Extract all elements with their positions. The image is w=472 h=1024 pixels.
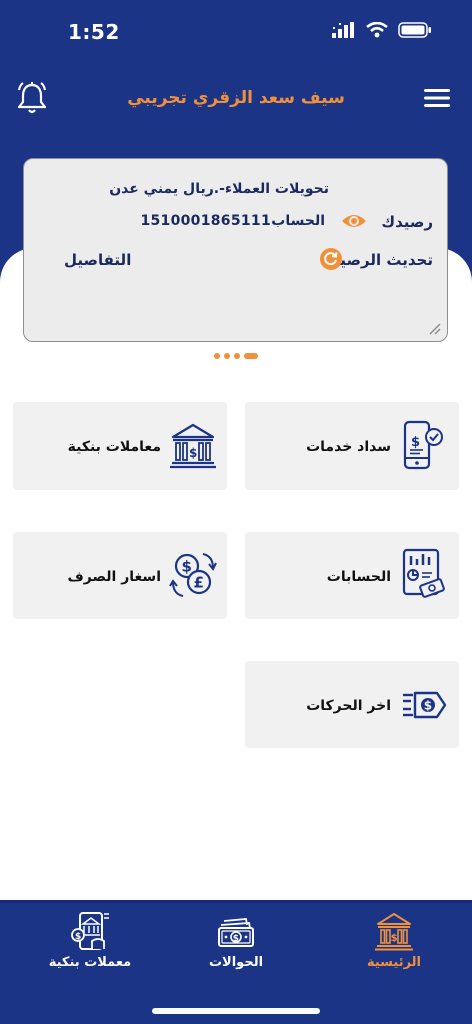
svg-text:$: $ [75,932,81,942]
account-title: تحويلات العملاء-.ريال يمني عدن [109,181,329,197]
svg-text:£: £ [194,574,204,592]
cellular-signal-icon [332,22,354,38]
tile-label: الحسابات [326,569,391,585]
account-label: الحساب [271,213,325,229]
status-time: 1:52 [68,20,120,44]
nav-label: الحوالات [208,955,264,970]
money-transfer-icon: $ [403,691,447,719]
app-header: سيف سعد الزقري تجريبي [0,78,472,122]
bottom-navigation: $ الرئيسية $ الحوالات $ معملات بنكية [0,900,472,994]
eye-icon[interactable] [340,209,368,233]
svg-text:$: $ [391,933,398,944]
accounts-chart-icon [402,548,445,598]
refresh-icon[interactable] [319,247,343,271]
status-bar: 1:52 [0,0,472,60]
wifi-icon [366,22,388,38]
home-indicator-area [0,994,472,1024]
nav-item-home[interactable]: $ الرئيسية [334,911,454,987]
pager-dot-active[interactable] [244,353,258,359]
banknote-icon: $ [218,918,254,947]
tile-bank-transactions[interactable]: $ معاملات بنكية [13,402,227,490]
tile-label: سداد خدمات [306,439,391,455]
svg-text:$: $ [411,435,420,450]
tile-exchange-rates[interactable]: $ £ اسغار الصرف [13,532,227,619]
home-bank-icon: $ [375,913,413,951]
notification-bell-icon[interactable] [16,80,48,116]
mobile-banking-icon: $ [71,912,109,950]
pager-dot[interactable] [234,353,240,359]
resize-handle-icon [429,323,441,335]
balance-label: رصيدك [381,213,433,231]
nav-label: معملات بنكية [48,955,132,970]
battery-icon [398,22,431,38]
tile-label: اخر الحركات [306,698,391,714]
card-pager [0,353,472,359]
page-title: سيف سعد الزقري تجريبي [127,88,345,108]
phone-bill-icon: $ [403,420,443,470]
nav-item-bank-transactions[interactable]: $ معملات بنكية [30,911,150,987]
tile-label: معاملات بنكية [67,439,161,455]
home-indicator[interactable] [152,1008,320,1014]
currency-exchange-icon: $ £ [169,553,217,597]
tile-bill-payment[interactable]: $ سداد خدمات [245,402,459,490]
tile-label: اسغار الصرف [67,569,161,585]
svg-text:$: $ [233,934,239,944]
account-number: 1510001865111 [140,213,271,229]
svg-text:$: $ [424,699,432,713]
hamburger-menu-icon[interactable] [422,86,452,110]
nav-label: الرئيسية [366,955,422,970]
svg-text:$: $ [189,446,197,460]
details-link[interactable]: التفاصيل [64,251,131,269]
pager-dot[interactable] [224,353,230,359]
bank-icon: $ [170,423,216,469]
balance-card: تحويلات العملاء-.ريال يمني عدن رصيدك الح… [23,158,448,342]
tile-last-movements[interactable]: $ اخر الحركات [245,661,459,748]
svg-text:$: $ [182,558,192,576]
tile-accounts[interactable]: الحسابات [245,532,459,619]
pager-dot[interactable] [214,353,220,359]
status-icons [332,22,432,38]
refresh-balance-button[interactable]: تحديث الرصيد [332,251,433,269]
nav-item-transfers[interactable]: $ الحوالات [176,911,296,987]
